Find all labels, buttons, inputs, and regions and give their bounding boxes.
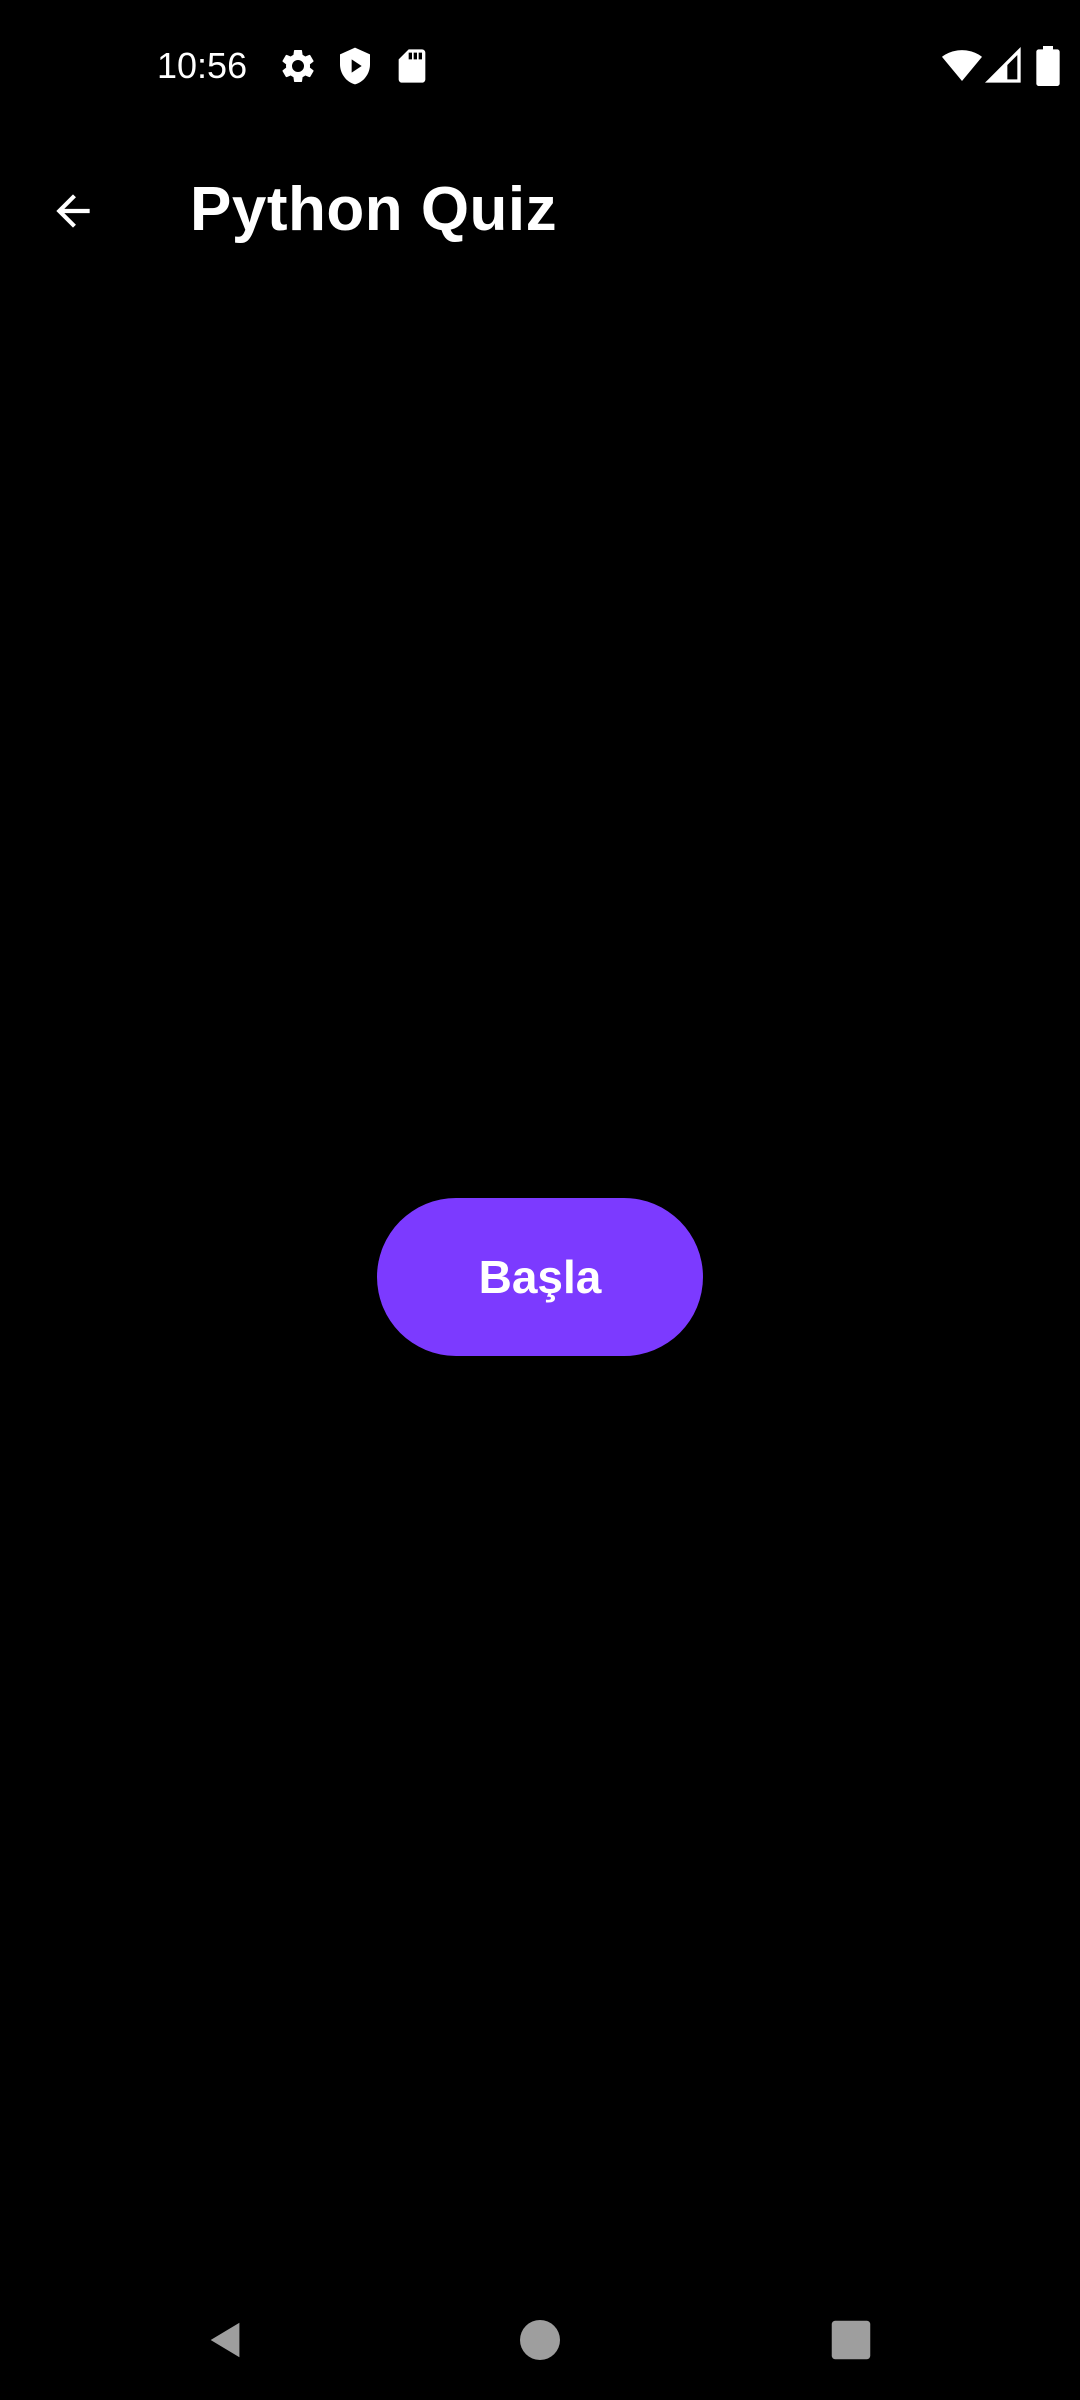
page-title: Python Quiz (190, 175, 558, 244)
start-button[interactable]: Başla (377, 1198, 703, 1356)
back-button[interactable] (40, 178, 106, 244)
app-bar: Python Quiz (0, 150, 1080, 270)
wifi-icon (942, 46, 982, 86)
nav-back-button[interactable] (196, 2310, 256, 2370)
nav-recents-button[interactable] (821, 2310, 881, 2370)
back-triangle-icon (203, 2317, 249, 2363)
status-time: 10:56 (157, 45, 248, 86)
cellular-signal-icon (984, 46, 1024, 86)
play-protect-icon (335, 46, 375, 86)
recents-square-icon (830, 2319, 872, 2361)
battery-icon (1030, 46, 1066, 86)
settings-icon (278, 46, 318, 86)
nav-home-button[interactable] (510, 2310, 570, 2370)
arrow-back-icon (48, 186, 98, 236)
home-circle-icon (520, 2320, 560, 2360)
system-nav-bar (0, 2280, 1080, 2400)
sd-card-icon (392, 46, 432, 86)
status-bar: 10:56 (0, 0, 1080, 136)
